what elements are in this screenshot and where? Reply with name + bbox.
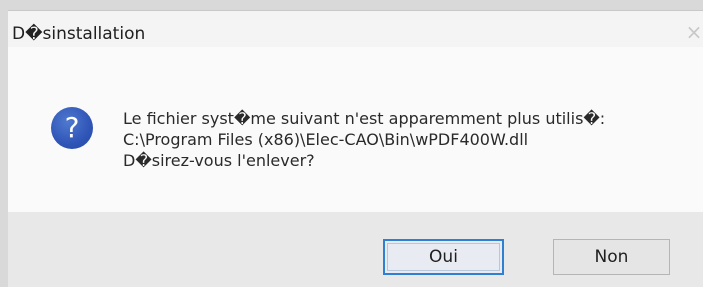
no-button[interactable]: Non: [553, 239, 670, 275]
dialog-message: Le fichier syst�me suivant n'est apparem…: [123, 108, 605, 171]
yes-button[interactable]: Oui: [383, 239, 504, 275]
message-line: Le fichier syst�me suivant n'est apparem…: [123, 109, 606, 128]
dialog-content: ? Le fichier syst�me suivant n'est appar…: [8, 47, 703, 212]
button-bar: Oui Non: [8, 212, 703, 287]
dialog-title: D�sinstallation: [12, 24, 146, 44]
message-question: D�sirez-vous l'enlever?: [123, 151, 315, 170]
title-bar: D�sinstallation ×: [8, 11, 703, 47]
question-icon: ?: [51, 107, 93, 149]
close-icon[interactable]: ×: [685, 22, 703, 42]
uninstall-dialog: D�sinstallation × ? Le fichier syst�me s…: [8, 10, 703, 287]
message-file-path: C:\Program Files (x86)\Elec-CAO\Bin\wPDF…: [123, 130, 529, 149]
